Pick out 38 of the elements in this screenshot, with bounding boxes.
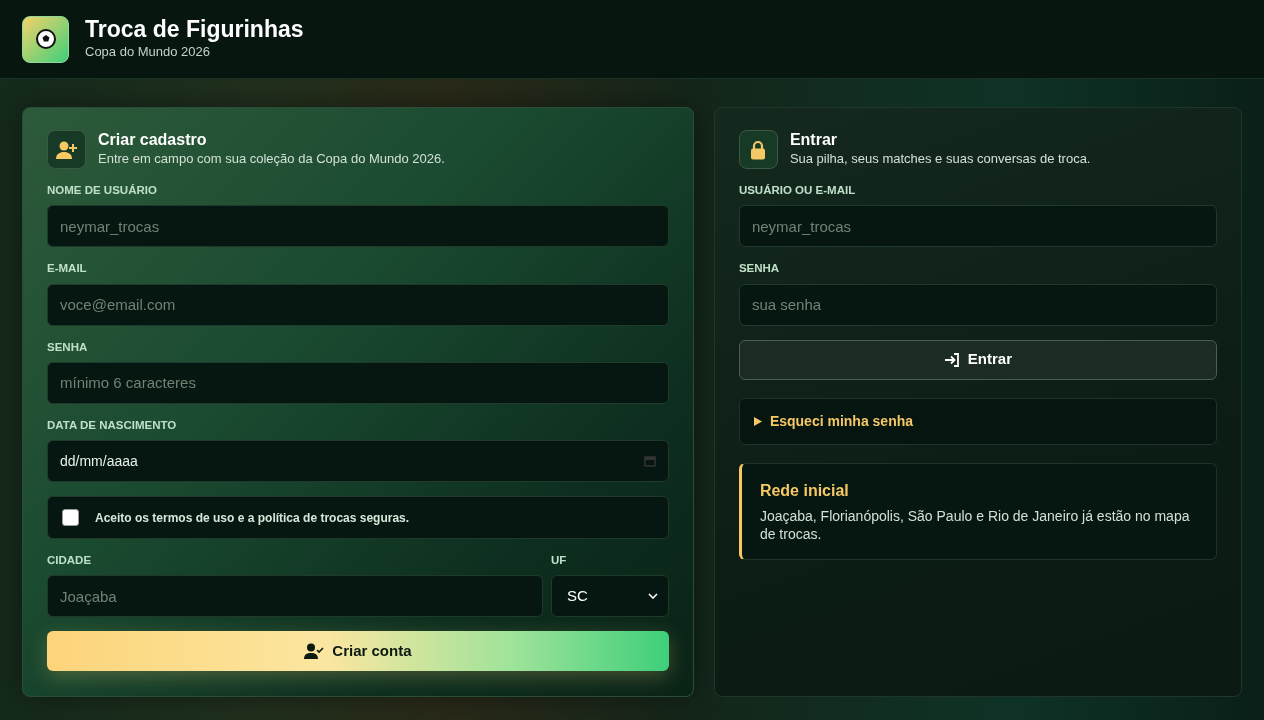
- calendar-icon: [643, 455, 656, 467]
- card-subtitle: Entre em campo com sua coleção da Copa do Mundo 2026.: [98, 149, 445, 168]
- input-field[interactable]: neymar_trocas: [47, 205, 669, 248]
- date-field[interactable]: dd/mm/aaaa: [47, 440, 669, 482]
- input-field[interactable]: sua senha: [738, 283, 1217, 326]
- user-plus-icon: [55, 139, 78, 160]
- field-label: E-MAIL: [47, 261, 88, 277]
- user-check-icon: [304, 643, 325, 660]
- checkbox[interactable]: [62, 509, 79, 526]
- field-label: SENHA: [738, 261, 781, 277]
- field-label: CIDADE: [47, 553, 93, 568]
- field-label: UF: [550, 553, 568, 568]
- soccer-ball-icon: [35, 29, 56, 49]
- input-field[interactable]: Joaçaba: [47, 575, 543, 618]
- forgot-password-toggle[interactable]: Esqueci minha senha: [738, 397, 1217, 445]
- note-title: Rede inicial: [759, 480, 850, 501]
- input-field[interactable]: neymar_trocas: [738, 205, 1217, 248]
- field-label: SENHA: [47, 339, 89, 355]
- input-field[interactable]: voce@email.com: [47, 283, 669, 326]
- field-label: USUÁRIO OU E-MAIL: [738, 183, 857, 198]
- card-title: Entrar: [789, 130, 838, 149]
- login-button[interactable]: Entrar: [738, 339, 1217, 380]
- sign-in-icon: [943, 352, 960, 367]
- state-select[interactable]: SC: [550, 575, 669, 618]
- date-value: dd/mm/aaaa: [60, 451, 138, 471]
- card-subtitle: Sua pilha, seus matches e suas conversas de troca.: [789, 149, 1091, 168]
- card-title: Criar cadastro: [98, 130, 208, 149]
- app-title: Troca de Figurinhas: [85, 16, 304, 42]
- chevron-down-icon: [647, 593, 658, 600]
- create-account-button[interactable]: Criar conta: [47, 631, 669, 672]
- field-label: NOME DE USUÁRIO: [47, 183, 158, 198]
- lock-icon: [750, 139, 767, 160]
- app-subtitle: Copa do Mundo 2026: [85, 42, 212, 61]
- caret-right-icon: [753, 416, 762, 426]
- input-field[interactable]: mínimo 6 caracteres: [47, 361, 669, 404]
- note-text: Joaçaba, Florianópolis, São Paulo e Rio de Janeiro já estão no mapa de trocas.: [759, 506, 1191, 545]
- terms-label: Aceito os termos de uso e a política de trocas seguras.: [95, 509, 410, 527]
- field-label: DATA DE NASCIMENTO: [47, 417, 178, 433]
